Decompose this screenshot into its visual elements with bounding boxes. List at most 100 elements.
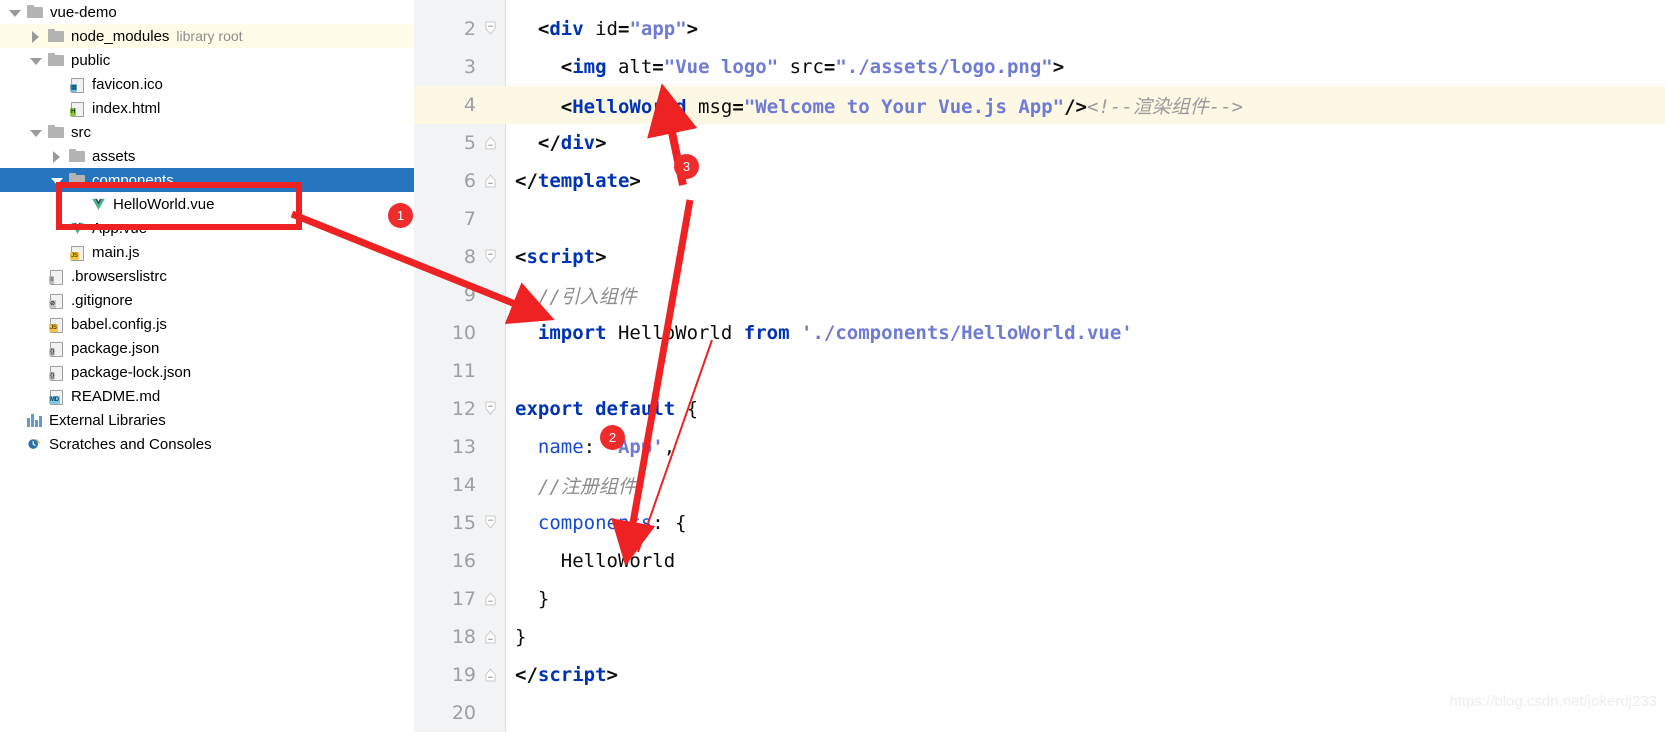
tree-item-browserslistrc[interactable]: ≡ .browserslistrc: [0, 264, 414, 288]
fold-gutter-cell[interactable]: [476, 124, 505, 162]
tree-item-label: Scratches and Consoles: [49, 435, 212, 453]
annotation-badge-3: 3: [674, 154, 699, 179]
fold-gutter-cell[interactable]: [476, 656, 505, 694]
line-code[interactable]: }: [505, 588, 1665, 610]
fold-gutter-cell[interactable]: [476, 618, 505, 656]
chevron-down-icon[interactable]: [8, 6, 21, 19]
line-number: 4: [463, 94, 476, 116]
token-str: "Welcome to Your Vue.js App": [743, 95, 1065, 118]
line-code[interactable]: //注册组件: [505, 472, 1665, 499]
line-code[interactable]: components: {: [505, 512, 1665, 534]
chevron-down-icon[interactable]: [29, 54, 42, 67]
line-code[interactable]: export default {: [505, 398, 1665, 420]
fold-close-icon[interactable]: [485, 135, 496, 150]
editor-line-4[interactable]: 4 <HelloWorld msg="Welcome to Your Vue.j…: [414, 86, 1665, 124]
editor-line-7[interactable]: 7: [414, 200, 1665, 238]
tree-item-assets[interactable]: assets: [0, 144, 414, 168]
token-tagname: script: [537, 664, 607, 686]
editor-line-17[interactable]: 17 }: [414, 580, 1665, 618]
fold-open-icon[interactable]: [485, 21, 496, 36]
line-number: 11: [451, 360, 476, 382]
line-code[interactable]: <div id="app">: [505, 18, 1665, 40]
token-plain: }: [515, 626, 527, 648]
tree-item-favicon-ico[interactable]: ▤ favicon.ico: [0, 72, 414, 96]
chevron-down-icon[interactable]: [29, 126, 42, 139]
editor-line-18[interactable]: 18}: [414, 618, 1665, 656]
token-punct: />: [1064, 95, 1087, 118]
fold-open-icon[interactable]: [485, 249, 496, 264]
line-code[interactable]: HelloWorld: [505, 550, 1665, 572]
editor-line-6[interactable]: 6 </template>: [414, 162, 1665, 200]
tree-item-package-lock-json[interactable]: {} package-lock.json: [0, 360, 414, 384]
editor-line-10[interactable]: 10 import HelloWorld from './components/…: [414, 314, 1665, 352]
no-chevron-spacer: [50, 78, 63, 91]
fold-gutter-cell[interactable]: [476, 10, 505, 48]
fold-close-icon[interactable]: [485, 667, 496, 682]
editor-line-19[interactable]: 19 </script>: [414, 656, 1665, 694]
editor-line-2[interactable]: 2 <div id="app">: [414, 10, 1665, 48]
fold-open-icon[interactable]: [485, 401, 496, 416]
token-tagname: script: [526, 246, 596, 268]
line-number: 13: [451, 436, 476, 458]
line-code[interactable]: import HelloWorld from './components/Hel…: [505, 322, 1665, 344]
tree-item-label: src: [71, 123, 91, 141]
token-plain: : {: [652, 512, 687, 534]
token-prop: name: [515, 436, 584, 458]
tree-item-node-modules[interactable]: node_modules library root: [0, 24, 414, 48]
code-editor[interactable]: 2 <div id="app"> 3 <img alt="Vue logo" sr…: [414, 0, 1665, 732]
token-attr2: msg: [686, 95, 733, 118]
line-code[interactable]: <HelloWorld msg="Welcome to Your Vue.js …: [505, 92, 1665, 119]
line-number: 20: [451, 702, 476, 724]
editor-line-16[interactable]: 16 HelloWorld: [414, 542, 1665, 580]
fold-gutter-cell[interactable]: [476, 504, 505, 542]
editor-line-5[interactable]: 5 </div>: [414, 124, 1665, 162]
fold-gutter-cell[interactable]: [476, 162, 505, 200]
fold-gutter-cell[interactable]: [476, 390, 505, 428]
fold-gutter-cell[interactable]: [476, 238, 505, 276]
token-str: './components/HelloWorld.vue': [801, 322, 1133, 344]
tree-item-external-libraries[interactable]: External Libraries: [0, 408, 414, 432]
fold-close-icon[interactable]: [485, 629, 496, 644]
fold-gutter-cell[interactable]: [476, 580, 505, 618]
line-code[interactable]: //引入组件: [505, 282, 1665, 309]
gitignore-file-icon: ⊘: [48, 293, 71, 309]
tree-item-readme-md[interactable]: MD README.md: [0, 384, 414, 408]
fold-close-icon[interactable]: [485, 591, 496, 606]
tree-item-label: External Libraries: [49, 411, 166, 429]
line-code[interactable]: <img alt="Vue logo" src="./assets/logo.p…: [505, 56, 1665, 78]
editor-line-12[interactable]: 12 export default {: [414, 390, 1665, 428]
editor-line-9[interactable]: 9 //引入组件: [414, 276, 1665, 314]
tree-item-src[interactable]: src: [0, 120, 414, 144]
line-code[interactable]: <script>: [505, 246, 1665, 268]
tree-item-index-html[interactable]: Hindex.html: [0, 96, 414, 120]
tree-item-public[interactable]: public: [0, 48, 414, 72]
chevron-right-icon[interactable]: [50, 150, 63, 163]
editor-line-14[interactable]: 14 //注册组件: [414, 466, 1665, 504]
tree-item-scratches-and-consoles[interactable]: Scratches and Consoles: [0, 432, 414, 456]
project-tool-window[interactable]: vue-demo node_modules library root public ▤ f…: [0, 0, 414, 732]
fold-open-icon[interactable]: [485, 515, 496, 530]
javascript-file-icon: JS: [48, 317, 71, 333]
line-code[interactable]: </div>: [505, 132, 1665, 154]
tree-item-vue-demo[interactable]: vue-demo: [0, 0, 414, 24]
tree-item-package-json[interactable]: {} package.json: [0, 336, 414, 360]
fold-close-icon[interactable]: [485, 173, 496, 188]
tree-item-babel-config-js[interactable]: JS babel.config.js: [0, 312, 414, 336]
line-code[interactable]: </script>: [505, 664, 1665, 686]
tree-item-gitignore[interactable]: ⊘ .gitignore: [0, 288, 414, 312]
chevron-right-icon[interactable]: [29, 30, 42, 43]
line-code[interactable]: }: [505, 626, 1665, 648]
no-chevron-spacer: [29, 342, 42, 355]
line-code[interactable]: name: 'App',: [505, 436, 1665, 458]
editor-line-3[interactable]: 3 <img alt="Vue logo" src="./assets/logo…: [414, 48, 1665, 86]
editor-line-8[interactable]: 8 <script>: [414, 238, 1665, 276]
editor-line-11[interactable]: 11: [414, 352, 1665, 390]
line-number: 16: [451, 550, 476, 572]
tree-item-main-js[interactable]: JS main.js: [0, 240, 414, 264]
editor-line-15[interactable]: 15 components: {: [414, 504, 1665, 542]
javascript-file-icon: JS: [69, 245, 92, 261]
